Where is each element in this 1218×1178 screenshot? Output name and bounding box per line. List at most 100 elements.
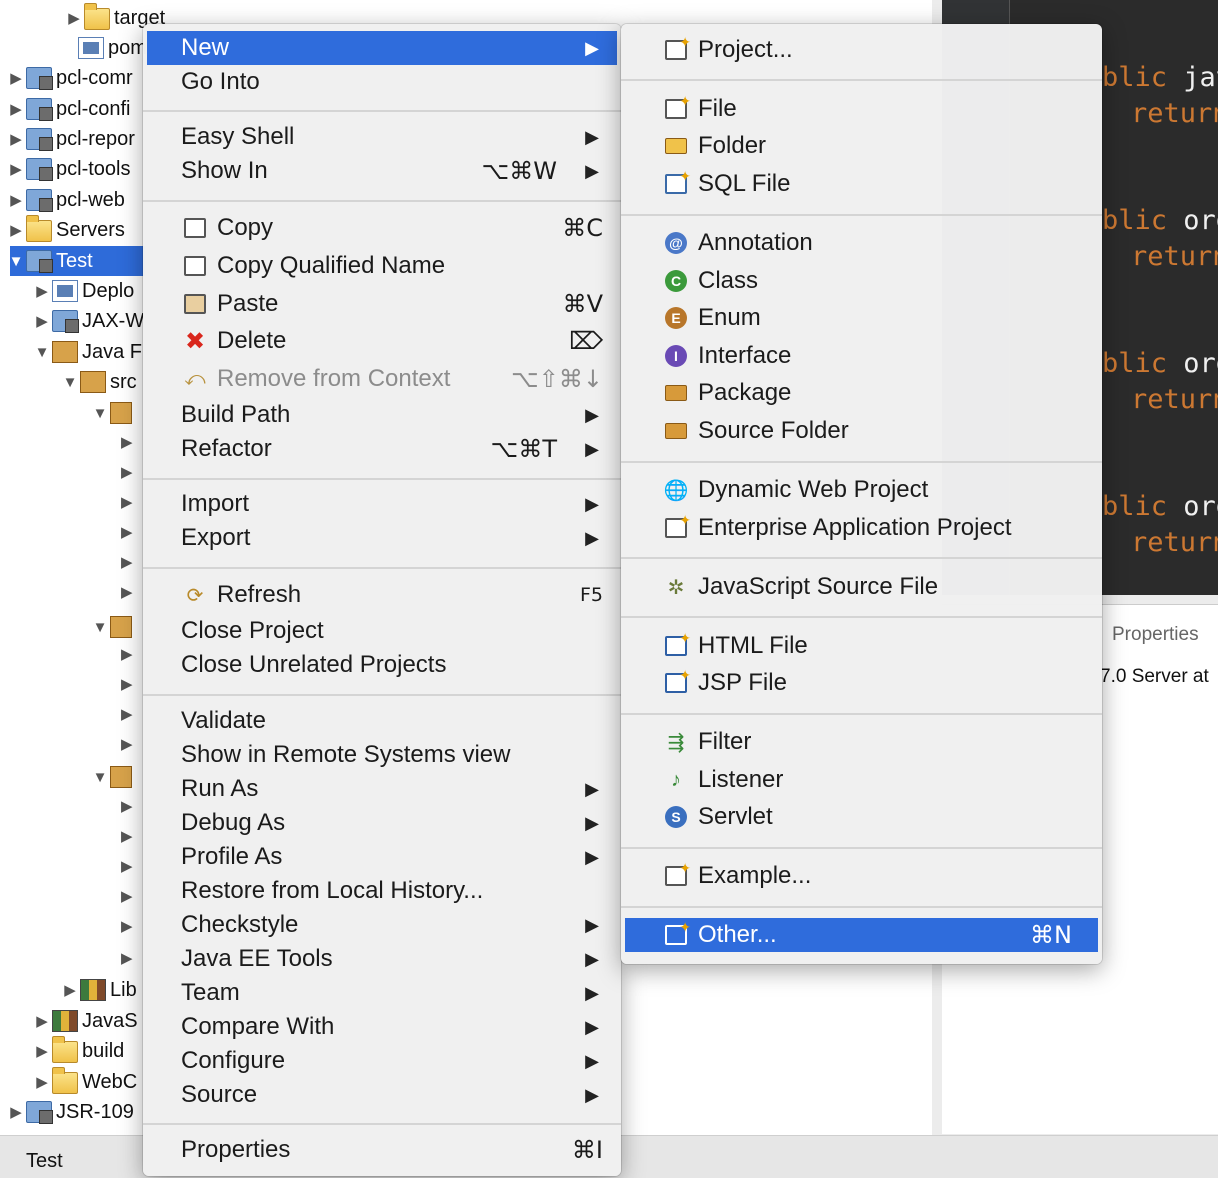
ctx-item-checkstyle[interactable]: Checkstyle ▶	[147, 908, 617, 942]
ctx-item-close-unrelated-projects[interactable]: Close Unrelated Projects	[147, 648, 617, 682]
expand-arrow-icon[interactable]: ▶	[121, 553, 133, 571]
ctx-item-profile-as[interactable]: Profile As ▶	[147, 840, 617, 874]
new-item-interface[interactable]: I Interface	[625, 339, 1098, 373]
new-item-enterprise-application-project[interactable]: ✦ Enterprise Application Project	[625, 511, 1098, 545]
expand-arrow-icon[interactable]: ▶	[121, 523, 133, 541]
tree-item[interactable]: ▼ src	[62, 367, 137, 397]
expand-arrow-icon[interactable]: ▶	[34, 1042, 50, 1060]
new-item-annotation[interactable]: @ Annotation	[625, 226, 1098, 260]
expand-arrow-icon[interactable]: ▶	[121, 493, 133, 511]
tree-item[interactable]: ▶ pcl-comr	[8, 63, 133, 93]
collapse-arrow-icon[interactable]: ▼	[34, 344, 50, 361]
tree-item[interactable]: ▶ WebC	[34, 1067, 137, 1097]
ctx-item-new[interactable]: New ▶	[147, 31, 617, 65]
ctx-item-copy[interactable]: Copy ⌘C	[147, 211, 617, 245]
new-item-package[interactable]: Package	[625, 376, 1098, 410]
ctx-item-paste[interactable]: Paste ⌘V	[147, 287, 617, 321]
ctx-item-export[interactable]: Export ▶	[147, 521, 617, 555]
expand-arrow-icon[interactable]: ▶	[121, 857, 133, 875]
tree-item[interactable]: ▶ Servers	[8, 215, 125, 245]
tree-item[interactable]: ▶ pcl-repor	[8, 124, 135, 154]
ctx-item-refactor[interactable]: Refactor ⌥⌘T ▶	[147, 432, 617, 466]
ctx-item-show-in-remote-systems-view[interactable]: Show in Remote Systems view	[147, 738, 617, 772]
new-item-project[interactable]: ✦ Project...	[625, 33, 1098, 67]
tree-item[interactable]: ▶ pcl-confi	[8, 94, 130, 124]
collapse-arrow-icon[interactable]: ▼	[92, 405, 108, 422]
collapse-arrow-icon[interactable]: ▼	[62, 374, 78, 391]
collapse-arrow-icon[interactable]: ▼	[92, 619, 108, 636]
ctx-item-properties[interactable]: Properties ⌘I	[147, 1133, 617, 1167]
new-item-file[interactable]: ✦ File	[625, 92, 1098, 126]
new-item-other[interactable]: ✦ Other... ⌘N	[625, 918, 1098, 952]
ctx-item-run-as[interactable]: Run As ▶	[147, 772, 617, 806]
tree-item[interactable]: ▶ Lib	[62, 975, 137, 1005]
tree-item[interactable]: ▼ Test	[8, 246, 145, 276]
ctx-item-team[interactable]: Team ▶	[147, 976, 617, 1010]
tree-item[interactable]: ▶ JAX-W	[34, 306, 144, 336]
new-item-filter[interactable]: ⇶ Filter	[625, 725, 1098, 759]
ctx-item-easy-shell[interactable]: Easy Shell ▶	[147, 120, 617, 154]
ctx-item-java-ee-tools[interactable]: Java EE Tools ▶	[147, 942, 617, 976]
tree-item[interactable]: ▼ Java F	[34, 337, 142, 367]
tree-item[interactable]: ▶ build	[34, 1036, 124, 1066]
expand-arrow-icon[interactable]: ▶	[8, 160, 24, 178]
expand-arrow-icon[interactable]: ▶	[121, 675, 133, 693]
expand-arrow-icon[interactable]: ▶	[8, 1103, 24, 1121]
expand-arrow-icon[interactable]: ▶	[121, 583, 133, 601]
expand-arrow-icon[interactable]: ▶	[8, 69, 24, 87]
ctx-item-configure[interactable]: Configure ▶	[147, 1044, 617, 1078]
expand-arrow-icon[interactable]: ▶	[121, 433, 133, 451]
expand-arrow-icon[interactable]: ▶	[121, 827, 133, 845]
tree-item[interactable]: ▼	[92, 612, 136, 642]
expand-arrow-icon[interactable]: ▶	[34, 1073, 50, 1091]
expand-arrow-icon[interactable]: ▶	[121, 949, 133, 967]
ctx-item-import[interactable]: Import ▶	[147, 487, 617, 521]
ctx-item-close-project[interactable]: Close Project	[147, 614, 617, 648]
expand-arrow-icon[interactable]: ▶	[8, 130, 24, 148]
new-item-jsp-file[interactable]: ✦ JSP File	[625, 666, 1098, 700]
expand-arrow-icon[interactable]: ▶	[121, 735, 133, 753]
expand-arrow-icon[interactable]: ▶	[121, 917, 133, 935]
new-item-javascript-source-file[interactable]: ✲ JavaScript Source File	[625, 570, 1098, 604]
expand-arrow-icon[interactable]: ▶	[8, 100, 24, 118]
ctx-item-source[interactable]: Source ▶	[147, 1078, 617, 1112]
collapse-arrow-icon[interactable]: ▼	[92, 769, 108, 786]
expand-arrow-icon[interactable]: ▶	[62, 981, 78, 999]
new-item-html-file[interactable]: ✦ HTML File	[625, 629, 1098, 663]
new-item-enum[interactable]: E Enum	[625, 301, 1098, 335]
expand-arrow-icon[interactable]: ▶	[34, 1012, 50, 1030]
properties-tab[interactable]: Properties	[1112, 624, 1199, 646]
ctx-item-compare-with[interactable]: Compare With ▶	[147, 1010, 617, 1044]
tree-item[interactable]: ▶ pcl-web	[8, 185, 125, 215]
ctx-item-refresh[interactable]: ⟳ Refresh F5	[147, 578, 617, 612]
tree-item[interactable]: ▶ JavaS	[34, 1006, 138, 1036]
tree-item[interactable]: ▶ pcl-tools	[8, 154, 130, 184]
expand-arrow-icon[interactable]: ▶	[34, 282, 50, 300]
new-item-folder[interactable]: Folder	[625, 129, 1098, 163]
ctx-item-debug-as[interactable]: Debug As ▶	[147, 806, 617, 840]
new-item-dynamic-web-project[interactable]: 🌐 Dynamic Web Project	[625, 473, 1098, 507]
new-item-servlet[interactable]: S Servlet	[625, 800, 1098, 834]
expand-arrow-icon[interactable]: ▶	[121, 645, 133, 663]
new-item-example[interactable]: ✦ Example...	[625, 859, 1098, 893]
expand-arrow-icon[interactable]: ▶	[121, 705, 133, 723]
new-item-source-folder[interactable]: Source Folder	[625, 414, 1098, 448]
new-item-class[interactable]: C Class	[625, 264, 1098, 298]
expand-arrow-icon[interactable]: ▶	[34, 312, 50, 330]
ctx-item-build-path[interactable]: Build Path ▶	[147, 398, 617, 432]
expand-arrow-icon[interactable]: ▶	[121, 463, 133, 481]
ctx-item-copy-qualified-name[interactable]: Copy Qualified Name	[147, 249, 617, 283]
tree-item[interactable]: ▶ JSR-109	[8, 1097, 134, 1127]
expand-arrow-icon[interactable]: ▶	[66, 9, 82, 27]
ctx-item-restore-from-local-history[interactable]: Restore from Local History...	[147, 874, 617, 908]
new-item-listener[interactable]: ♪ Listener	[625, 763, 1098, 797]
expand-arrow-icon[interactable]: ▶	[121, 887, 133, 905]
ctx-item-validate[interactable]: Validate	[147, 704, 617, 738]
expand-arrow-icon[interactable]: ▶	[121, 797, 133, 815]
tree-item[interactable]: ▼	[92, 762, 136, 792]
ctx-item-show-in[interactable]: Show In ⌥⌘W ▶	[147, 154, 617, 188]
new-item-sql-file[interactable]: ✦ SQL File	[625, 167, 1098, 201]
tree-item[interactable]: ▼	[92, 398, 136, 428]
collapse-arrow-icon[interactable]: ▼	[8, 253, 24, 270]
expand-arrow-icon[interactable]: ▶	[8, 221, 24, 239]
